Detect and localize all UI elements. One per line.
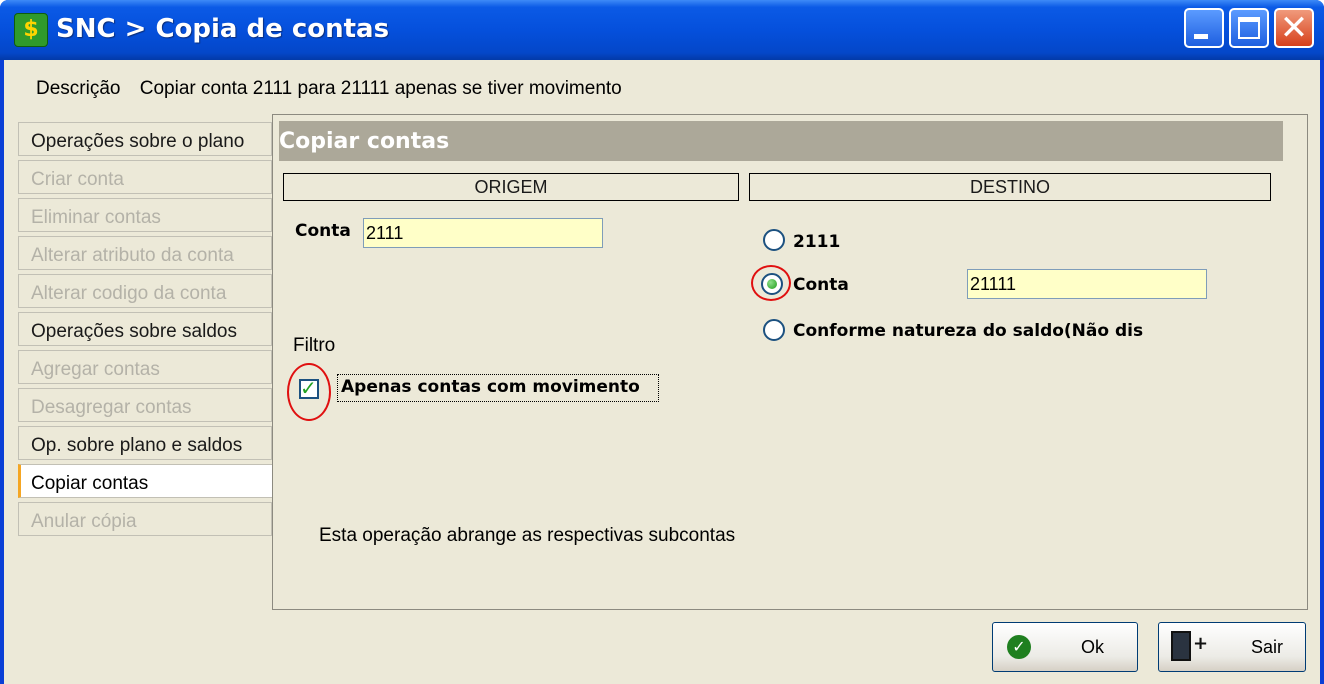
minimize-button[interactable]: [1184, 8, 1224, 48]
close-button[interactable]: ✕: [1274, 8, 1314, 48]
filter-checkbox-label[interactable]: Apenas contas com movimento: [341, 377, 640, 397]
sidebar-item-eliminar-contas[interactable]: Eliminar contas: [18, 198, 272, 232]
sidebar-item-alterar-atributo[interactable]: Alterar atributo da conta: [18, 236, 272, 270]
panel-title: Copiar contas: [279, 121, 1283, 161]
destino-radio-conta[interactable]: [761, 273, 783, 295]
check-icon: ✓: [300, 376, 317, 400]
sidebar-item-agregar-contas[interactable]: Agregar contas: [18, 350, 272, 384]
radio-selected-dot: [767, 279, 777, 289]
sidebar-header-plano[interactable]: Operações sobre o plano: [18, 122, 272, 156]
close-icon: ✕: [1279, 8, 1309, 48]
description-row: Descrição Copiar conta 2111 para 21111 a…: [36, 78, 622, 100]
title-bar[interactable]: $ SNC > Copia de contas ✕: [0, 0, 1324, 60]
ok-button[interactable]: ✓ Ok: [992, 622, 1138, 672]
exit-door-icon: [1171, 631, 1191, 661]
window-title: SNC > Copia de contas: [56, 14, 390, 44]
sidebar-item-criar-conta[interactable]: Criar conta: [18, 160, 272, 194]
minimize-icon: [1194, 34, 1208, 39]
filter-checkbox[interactable]: ✓: [299, 376, 319, 400]
origem-conta-label: Conta: [295, 221, 351, 241]
origem-group-header: ORIGEM: [283, 173, 739, 201]
destino-radio-2111-label: 2111: [793, 232, 841, 252]
destino-group-header: DESTINO: [749, 173, 1271, 201]
exit-button-label: Sair: [1251, 637, 1284, 657]
sidebar-header-plano-saldos[interactable]: Op. sobre plano e saldos: [18, 426, 272, 460]
destino-radio-natureza[interactable]: [763, 319, 785, 341]
copiar-contas-panel: Copiar contas ORIGEM DESTINO Conta 2111 …: [272, 114, 1308, 610]
money-icon: $: [14, 13, 48, 47]
ok-check-icon: ✓: [1007, 635, 1031, 659]
destino-radio-natureza-label: Conforme natureza do saldo(Não dis: [793, 321, 1144, 341]
filter-label: Filtro: [293, 335, 336, 356]
ok-button-label: Ok: [1081, 637, 1105, 657]
destino-radio-conta-label: Conta: [793, 275, 849, 295]
window-client-area: Descrição Copiar conta 2111 para 21111 a…: [4, 60, 1320, 684]
app-window: $ SNC > Copia de contas ✕ Descrição Copi…: [0, 0, 1324, 684]
exit-arrow-icon: +: [1193, 633, 1209, 654]
sidebar-item-alterar-codigo[interactable]: Alterar codigo da conta: [18, 274, 272, 308]
sidebar-item-desagregar-contas[interactable]: Desagregar contas: [18, 388, 272, 422]
destino-conta-input[interactable]: 21111: [967, 269, 1207, 299]
destino-radio-2111[interactable]: [763, 229, 785, 251]
description-label: Descrição: [36, 78, 121, 99]
sidebar-item-copiar-contas[interactable]: Copiar contas: [18, 464, 274, 498]
sidebar-item-anular-copia[interactable]: Anular cópia: [18, 502, 272, 536]
description-value: Copiar conta 2111 para 21111 apenas se t…: [139, 78, 622, 99]
maximize-icon: [1238, 17, 1260, 39]
subcontas-note: Esta operação abrange as respectivas sub…: [319, 525, 736, 546]
sidebar-header-saldos[interactable]: Operações sobre saldos: [18, 312, 272, 346]
exit-button[interactable]: + Sair: [1158, 622, 1306, 672]
origem-conta-input[interactable]: 2111: [363, 218, 603, 248]
maximize-button[interactable]: [1229, 8, 1269, 48]
